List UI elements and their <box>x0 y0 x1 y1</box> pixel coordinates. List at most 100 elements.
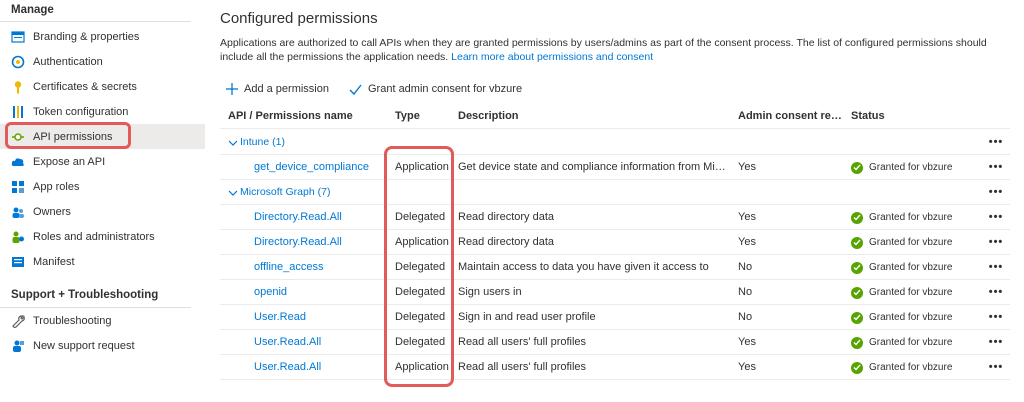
table-row: Directory.Read.All Delegated Read direct… <box>220 205 1010 230</box>
status-text: Granted for vbzure <box>869 312 953 323</box>
roles-icon <box>11 230 25 244</box>
branding-icon <box>11 30 25 44</box>
sidebar-item-branding[interactable]: Branding & properties <box>0 24 205 49</box>
cloud-icon <box>11 155 25 169</box>
sidebar-item-label: New support request <box>33 339 135 352</box>
granted-check-icon <box>851 286 863 299</box>
more-actions-button[interactable]: ••• <box>986 155 1006 180</box>
table-row: offline_access Delegated Maintain access… <box>220 255 1010 280</box>
group-label: Microsoft Graph (7) <box>240 186 331 198</box>
support-request-icon <box>11 339 25 353</box>
status-badge: Granted for vbzure <box>851 205 981 230</box>
page-title: Configured permissions <box>220 10 378 27</box>
table-header-row: API / Permissions name Type Description … <box>220 104 1010 129</box>
granted-check-icon <box>851 261 863 274</box>
permission-description: Read directory data <box>458 236 554 248</box>
sidebar-item-expose-api[interactable]: Expose an API <box>0 149 205 174</box>
table-row: User.Read.All Delegated Read all users' … <box>220 330 1010 355</box>
manage-section-title: Manage <box>0 0 191 22</box>
column-header-status[interactable]: Status <box>851 104 981 129</box>
admin-consent-value: Yes <box>738 161 756 173</box>
app-roles-icon <box>11 180 25 194</box>
admin-consent-value: No <box>738 286 753 298</box>
more-actions-button[interactable]: ••• <box>986 205 1006 230</box>
sidebar-item-label: Authentication <box>33 55 103 68</box>
table-row: User.Read.All Application Read all users… <box>220 355 1010 380</box>
permission-description: Maintain access to data you have given i… <box>458 261 709 273</box>
add-permission-button[interactable]: Add a permission <box>220 83 329 95</box>
chevron-down-icon <box>228 190 238 196</box>
table-row: User.Read Delegated Sign in and read use… <box>220 305 1010 330</box>
admin-consent-value: No <box>738 311 753 323</box>
sidebar-item-authentication[interactable]: Authentication <box>0 49 205 74</box>
status-badge: Granted for vbzure <box>851 355 981 380</box>
sidebar-item-label: Troubleshooting <box>33 314 112 327</box>
group-row-microsoft-graph[interactable]: Microsoft Graph (7) ••• <box>220 180 1010 205</box>
permission-description: Sign users in <box>458 286 522 298</box>
key-icon <box>11 80 25 94</box>
granted-check-icon <box>851 311 863 324</box>
sidebar-item-troubleshooting[interactable]: Troubleshooting <box>0 308 205 333</box>
status-text: Granted for vbzure <box>869 362 953 373</box>
status-badge: Granted for vbzure <box>851 255 981 280</box>
sidebar-item-manifest[interactable]: Manifest <box>0 249 205 274</box>
main-content: Configured permissions Applications are … <box>220 0 1020 402</box>
chevron-down-icon <box>228 140 238 146</box>
admin-consent-value: Yes <box>738 361 756 373</box>
sidebar-item-app-roles[interactable]: App roles <box>0 174 205 199</box>
more-actions-button[interactable]: ••• <box>986 180 1006 205</box>
column-header-type[interactable]: Type <box>395 104 455 129</box>
permission-description: Read all users' full profiles <box>458 361 587 373</box>
permission-description: Read all users' full profiles <box>458 336 587 348</box>
manifest-icon <box>11 255 25 269</box>
column-header-admin-consent[interactable]: Admin consent requ... <box>738 104 842 129</box>
sidebar-item-label: Certificates & secrets <box>33 80 137 93</box>
permission-description: Get device state and compliance informat… <box>458 161 730 173</box>
granted-check-icon <box>851 236 863 249</box>
add-permission-label: Add a permission <box>244 83 329 95</box>
group-row-intune[interactable]: Intune (1) ••• <box>220 130 1010 155</box>
status-badge: Granted for vbzure <box>851 155 981 180</box>
more-actions-button[interactable]: ••• <box>986 355 1006 380</box>
sidebar-item-certificates[interactable]: Certificates & secrets <box>0 74 205 99</box>
status-text: Granted for vbzure <box>869 262 953 273</box>
status-text: Granted for vbzure <box>869 212 953 223</box>
sidebar-item-token-config[interactable]: Token configuration <box>0 99 205 124</box>
sidebar-item-label: Expose an API <box>33 155 106 168</box>
owners-icon <box>11 205 25 219</box>
more-actions-button[interactable]: ••• <box>986 280 1006 305</box>
granted-check-icon <box>851 211 863 224</box>
status-text: Granted for vbzure <box>869 287 953 298</box>
type-column-highlight <box>384 146 454 387</box>
sidebar-item-label: Manifest <box>33 255 75 268</box>
granted-check-icon <box>851 161 863 174</box>
column-header-description[interactable]: Description <box>458 104 730 129</box>
sidebar-item-label: Roles and administrators <box>33 230 155 243</box>
sidebar-item-new-support[interactable]: New support request <box>0 333 205 358</box>
more-actions-button[interactable]: ••• <box>986 230 1006 255</box>
more-actions-button[interactable]: ••• <box>986 255 1006 280</box>
more-actions-button[interactable]: ••• <box>986 330 1006 355</box>
more-actions-button[interactable]: ••• <box>986 305 1006 330</box>
grant-admin-consent-button[interactable]: Grant admin consent for vbzure <box>343 83 522 95</box>
granted-check-icon <box>851 336 863 349</box>
column-header-name[interactable]: API / Permissions name <box>228 104 388 129</box>
sidebar-item-label: Token configuration <box>33 105 129 118</box>
group-toggle[interactable]: Intune (1) <box>228 130 388 155</box>
sidebar-item-label: Owners <box>33 205 71 218</box>
plus-icon <box>226 83 238 95</box>
more-actions-button[interactable]: ••• <box>986 130 1006 155</box>
authentication-icon <box>11 55 25 69</box>
learn-more-link[interactable]: Learn more about permissions and consent <box>451 51 653 63</box>
sidebar-item-owners[interactable]: Owners <box>0 199 205 224</box>
description-text: Applications are authorized to call APIs… <box>220 36 1010 64</box>
admin-consent-value: Yes <box>738 236 756 248</box>
admin-consent-value: No <box>738 261 753 273</box>
grant-admin-consent-label: Grant admin consent for vbzure <box>368 83 523 95</box>
status-badge: Granted for vbzure <box>851 230 981 255</box>
sidebar-item-label: Branding & properties <box>33 30 140 43</box>
api-permissions-highlight <box>5 122 131 149</box>
status-badge: Granted for vbzure <box>851 330 981 355</box>
sidebar-item-roles-admins[interactable]: Roles and administrators <box>0 224 205 249</box>
group-toggle[interactable]: Microsoft Graph (7) <box>228 180 388 205</box>
